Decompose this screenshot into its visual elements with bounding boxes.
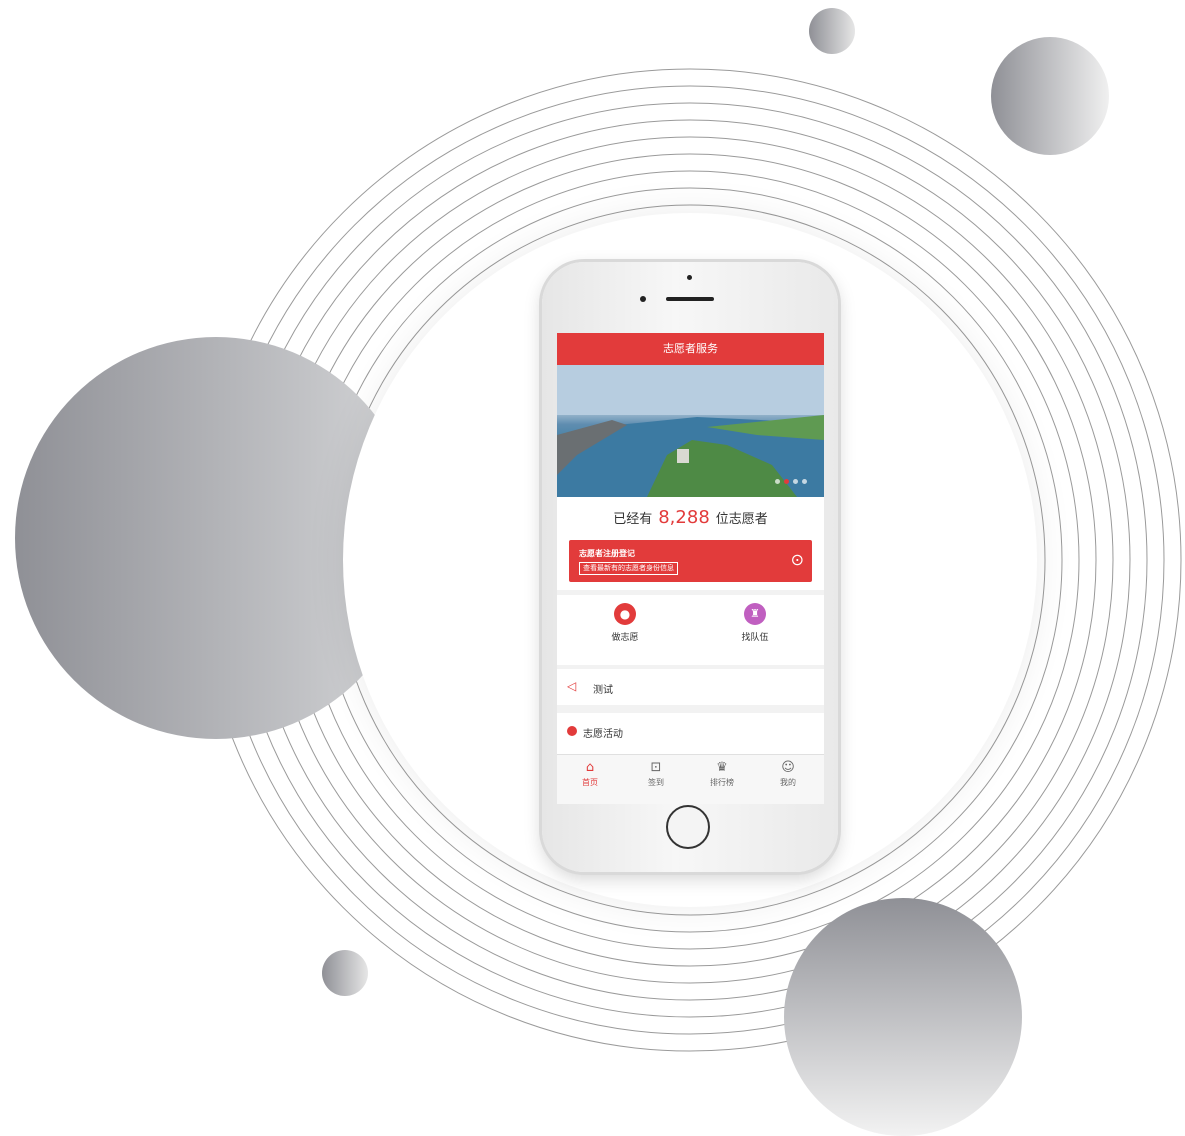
register-banner[interactable]: 志愿者注册登记 查看最新有的志愿者身份信息 ⊙ (569, 540, 812, 582)
carousel-dot-active[interactable] (784, 479, 789, 484)
activity-title: 志愿活动 (583, 729, 623, 740)
phone-speaker (666, 297, 714, 301)
tab-mine[interactable]: ☺ 我的 (763, 761, 813, 788)
tab-label: 我的 (780, 778, 796, 787)
trophy-icon: ♛ (716, 760, 728, 775)
banner-image (557, 365, 824, 497)
tab-label: 首页 (582, 778, 598, 787)
tab-label: 签到 (648, 778, 664, 787)
banner-carousel[interactable] (557, 365, 824, 497)
phone-camera (687, 275, 692, 280)
scan-icon: ⊡ (650, 760, 662, 775)
tab-label: 排行榜 (710, 778, 734, 787)
counter-value: 8,288 (658, 507, 710, 528)
quick-action-team[interactable]: ♜ 找队伍 (725, 603, 785, 643)
quick-actions: ● 做志愿 ♜ 找队伍 (557, 595, 824, 665)
register-subtitle: 查看最新有的志愿者身份信息 (579, 562, 678, 575)
quick-action-volunteer[interactable]: ● 做志愿 (595, 603, 655, 643)
tab-ranking[interactable]: ♛ 排行榜 (697, 761, 747, 788)
bg-ball-bottom-right (784, 898, 1022, 1136)
carousel-dot[interactable] (793, 479, 798, 484)
home-button[interactable] (666, 805, 710, 849)
counter-prefix: 已经有 (613, 512, 653, 527)
chat-bubble-icon: ● (614, 603, 636, 625)
quick-action-label: 找队伍 (741, 633, 769, 643)
page-title: 志愿者服务 (557, 333, 824, 365)
carousel-dot[interactable] (802, 479, 807, 484)
team-icon: ♜ (744, 603, 766, 625)
quick-action-label: 做志愿 (611, 633, 639, 643)
tab-home[interactable]: ⌂ 首页 (565, 761, 615, 788)
activity-section: 志愿活动 (557, 713, 824, 754)
phone-sensor (640, 296, 646, 302)
register-title: 志愿者注册登记 (579, 549, 635, 558)
bottom-tab-bar: ⌂ 首页 ⊡ 签到 ♛ 排行榜 ☺ 我的 (557, 754, 824, 804)
notice-bar[interactable]: ◁ 测试 (557, 669, 824, 705)
counter-suffix: 位志愿者 (715, 512, 768, 527)
home-icon: ⌂ (585, 760, 595, 775)
bg-ball-top-small (809, 8, 855, 54)
arrow-right-icon[interactable]: ⊙ (791, 550, 804, 569)
carousel-dots[interactable] (775, 479, 815, 485)
speaker-icon: ◁ (567, 679, 577, 693)
volunteer-counter: 已经有 8,288 位志愿者 (557, 497, 824, 539)
user-icon: ☺ (781, 760, 795, 775)
carousel-dot[interactable] (775, 479, 780, 484)
notice-text: 测试 (593, 685, 613, 696)
bg-ball-bottom-small (322, 950, 368, 996)
bg-ball-top-right (991, 37, 1109, 155)
tab-checkin[interactable]: ⊡ 签到 (631, 761, 681, 788)
heart-icon (567, 726, 577, 736)
phone-screen: 志愿者服务 已经有 8,288 位志愿者 志愿者注册登记 查看最新有的志愿者身份信息… (557, 333, 824, 804)
